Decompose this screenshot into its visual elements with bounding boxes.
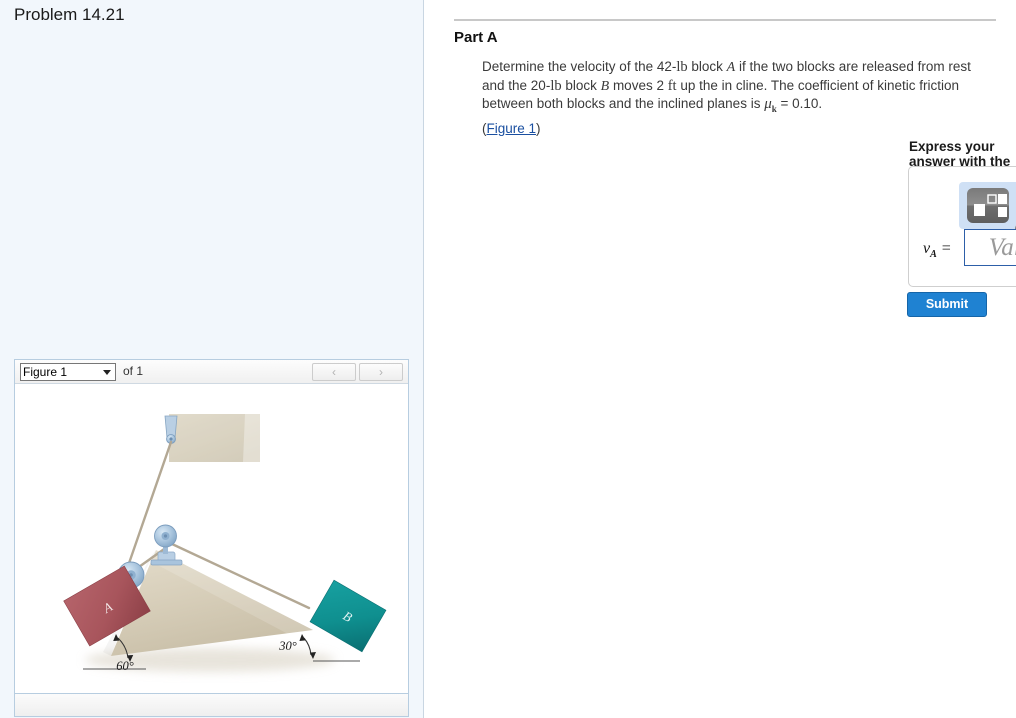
mu-subscript: k: [771, 104, 777, 114]
question-text: Determine the velocity of the 42-lb bloc…: [482, 58, 982, 137]
question-text-1: Determine the velocity of the: [482, 59, 657, 74]
question-text-5: moves 2: [609, 77, 668, 93]
svg-text:30°: 30°: [278, 639, 297, 653]
block-a-reference: A: [726, 60, 736, 75]
figure-next-button[interactable]: ›: [359, 363, 403, 381]
value-input[interactable]: Value: [964, 229, 1016, 266]
svg-text:60°: 60°: [116, 659, 134, 673]
problem-sidebar: Problem 14.21 Figure 1 of 1 ‹ › A B 60° …: [0, 0, 424, 718]
figure-toolbar: Figure 1 of 1 ‹ ›: [15, 360, 408, 384]
figure-link-line: (Figure 1): [482, 120, 541, 136]
figure-select-dropdown[interactable]: Figure 1: [20, 363, 116, 381]
math-toolbar: μÅ ↶ ↷ ⟳ ⌨ ?: [959, 182, 1016, 258]
part-heading: Part A: [454, 29, 498, 46]
v-subscript: A: [930, 249, 937, 261]
block-b-reference: B: [600, 78, 610, 94]
chevron-down-icon: [103, 370, 111, 375]
mu-glyph: μ: [764, 96, 772, 112]
page-title: Problem 14.21: [14, 5, 125, 24]
question-text-4: block: [561, 77, 601, 93]
template-icon[interactable]: [967, 188, 1009, 223]
figure-1-link[interactable]: Figure 1: [487, 121, 537, 136]
block-b: B: [309, 579, 387, 653]
figure-count-label: of 1: [123, 364, 144, 378]
submit-button[interactable]: Submit: [907, 292, 987, 317]
question-text-2: block: [687, 59, 727, 74]
mass-a-value: 42-: [656, 59, 677, 74]
mass-b-value: 20-: [530, 77, 551, 93]
mu-k-symbol: μk: [764, 96, 777, 119]
figure-footer-bar: [15, 693, 408, 716]
equals-sign: =: [936, 240, 952, 257]
figure-select-value: Figure 1: [23, 365, 68, 379]
unit-lb-2: lb: [550, 77, 562, 94]
unit-ft: ft: [667, 77, 677, 94]
unit-lb-1: lb: [676, 59, 688, 75]
figure-viewer: Figure 1 of 1 ‹ › A B 60° 30°: [14, 359, 409, 717]
answer-variable-label: vA =: [923, 240, 952, 260]
mu-value: = 0.10.: [776, 96, 823, 111]
question-panel: Part A Determine the velocity of the 42-…: [425, 0, 1016, 718]
answer-entry-box: μÅ ↶ ↷ ⟳ ⌨ ? vA = Value Units: [908, 166, 1016, 287]
figure-image: A B 60° 30°: [15, 384, 408, 693]
section-divider: [454, 19, 996, 21]
figure-prev-button[interactable]: ‹: [312, 363, 356, 381]
